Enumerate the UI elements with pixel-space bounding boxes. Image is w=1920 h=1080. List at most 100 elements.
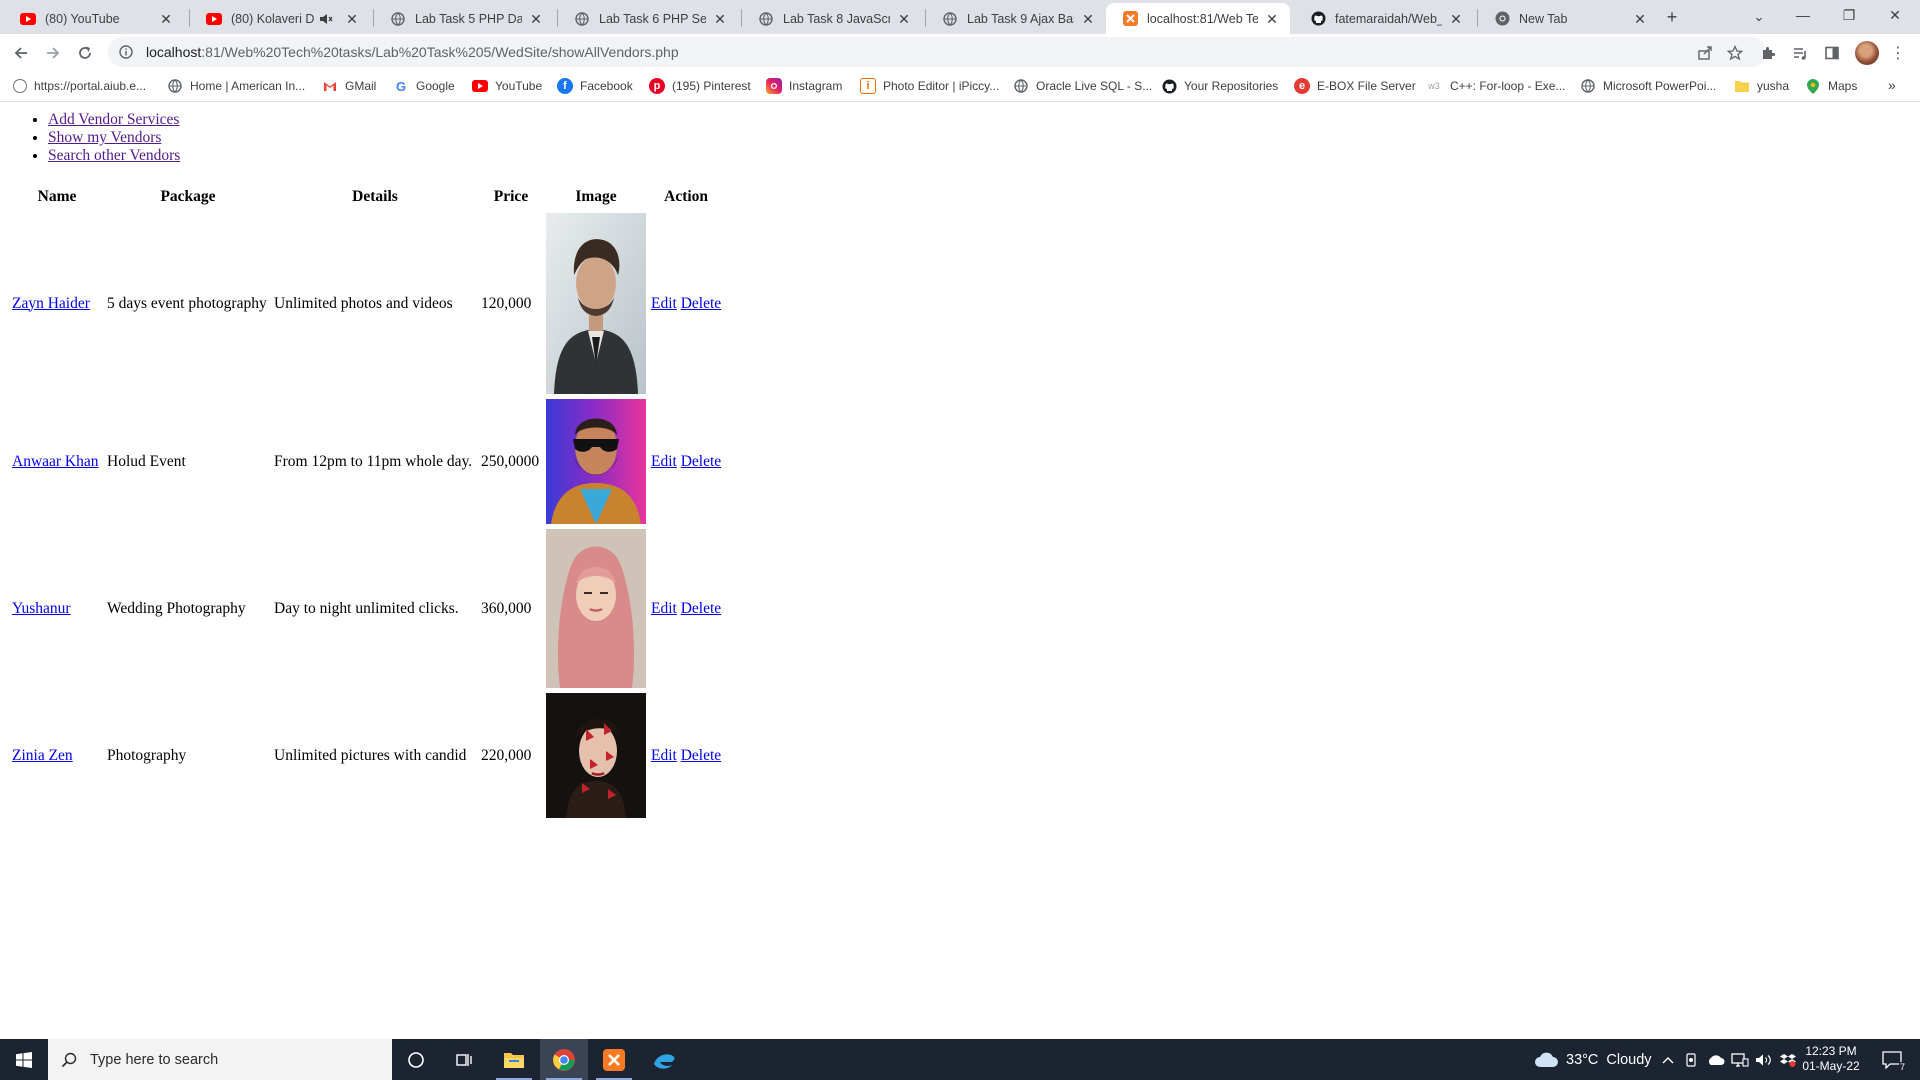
vendor-name-cell: Zayn Haider: [11, 212, 103, 395]
reload-icon[interactable]: [71, 39, 99, 67]
tab-new-tab[interactable]: New Tab ✕: [1478, 3, 1658, 34]
details-cell: From 12pm to 11pm whole day.: [274, 452, 473, 470]
weather-temperature: 33°C: [1566, 1051, 1599, 1068]
nav-list-item: Show my Vendors: [48, 129, 180, 147]
tab-lab5[interactable]: Lab Task 5 PHP Databa ✕: [374, 3, 554, 34]
maps-icon: [1805, 78, 1821, 94]
tab-lab8[interactable]: Lab Task 8 JavaScript B ✕: [742, 3, 922, 34]
package-cell: Holud Event: [107, 452, 186, 470]
tab-lab9[interactable]: Lab Task 9 Ajax Basic P ✕: [926, 3, 1106, 34]
bookmark-item[interactable]: Oracle Live SQL - S...: [1013, 77, 1152, 95]
restore-icon[interactable]: ❐: [1826, 0, 1872, 32]
tab-close-icon[interactable]: ✕: [344, 11, 360, 27]
edit-link[interactable]: Edit: [651, 747, 677, 764]
mute-icon[interactable]: [318, 11, 334, 27]
tab-lab6[interactable]: Lab Task 6 PHP Sessio ✕: [558, 3, 738, 34]
dropbox-sync-icon[interactable]: [1778, 1050, 1798, 1070]
bookmark-star-icon[interactable]: [1726, 44, 1744, 62]
bookmarks-overflow-icon[interactable]: »: [1888, 77, 1896, 93]
globe-icon: [1580, 78, 1596, 94]
edit-link[interactable]: Edit: [651, 600, 677, 617]
bookmark-item[interactable]: e E-BOX File Server: [1294, 77, 1416, 95]
bookmark-item[interactable]: Home | American In...: [167, 77, 305, 95]
onedrive-cloud-icon[interactable]: [1706, 1050, 1726, 1070]
edit-link[interactable]: Edit: [651, 453, 677, 470]
bookmark-item[interactable]: G Google: [393, 77, 455, 95]
close-window-icon[interactable]: ✕: [1872, 0, 1918, 32]
kebab-menu-icon[interactable]: ⋮: [1888, 43, 1908, 63]
bookmark-item[interactable]: Maps: [1805, 77, 1857, 95]
facebook-icon: f: [557, 78, 573, 94]
taskbar-search-box[interactable]: Type here to search: [48, 1039, 392, 1080]
tab-close-icon[interactable]: ✕: [896, 11, 912, 27]
url-text[interactable]: localhost:81/Web%20Tech%20tasks/Lab%20Ta…: [146, 44, 679, 60]
tab-search-chevron-icon[interactable]: ⌄: [1745, 6, 1773, 28]
network-icon[interactable]: [1730, 1050, 1750, 1070]
vendors-table: Name Package Details Price Image Action …: [8, 182, 725, 822]
vendor-name-link[interactable]: Zayn Haider: [12, 295, 90, 312]
tab-close-icon[interactable]: ✕: [1264, 11, 1280, 27]
bookmark-item[interactable]: f Facebook: [557, 77, 633, 95]
delete-link[interactable]: Delete: [681, 453, 721, 470]
windows-start-icon[interactable]: [0, 1039, 48, 1080]
share-icon[interactable]: [1696, 44, 1714, 62]
bookmark-item[interactable]: GMail: [322, 77, 376, 95]
globe-icon: [390, 11, 406, 27]
delete-link[interactable]: Delete: [681, 747, 721, 764]
profile-avatar[interactable]: [1855, 41, 1879, 65]
meet-now-icon[interactable]: [1682, 1050, 1702, 1070]
tab-close-icon[interactable]: ✕: [1632, 11, 1648, 27]
edit-link[interactable]: Edit: [651, 295, 677, 312]
bookmark-item[interactable]: https://portal.aiub.e...: [13, 77, 146, 95]
side-panel-icon[interactable]: [1822, 43, 1842, 63]
show-my-vendors-link[interactable]: Show my Vendors: [48, 129, 161, 146]
package-cell: 5 days event photography: [107, 294, 267, 312]
taskbar-clock[interactable]: 12:23 PM 01-May-22: [1796, 1044, 1866, 1074]
address-bar[interactable]: localhost:81/Web%20Tech%20tasks/Lab%20Ta…: [108, 37, 1766, 67]
forward-arrow-icon[interactable]: [39, 39, 67, 67]
file-explorer-icon[interactable]: [490, 1039, 538, 1080]
bookmark-item[interactable]: w3 C++: For-loop - Exe...: [1425, 77, 1565, 95]
tab-close-icon[interactable]: ✕: [1080, 11, 1096, 27]
vendor-name-link[interactable]: Yushanur: [12, 600, 71, 617]
edge-icon[interactable]: [640, 1039, 688, 1080]
site-info-icon[interactable]: [118, 44, 134, 60]
xampp-taskbar-icon[interactable]: [590, 1039, 638, 1080]
media-control-icon[interactable]: [1790, 43, 1810, 63]
chrome-taskbar-icon[interactable]: [540, 1039, 588, 1080]
minimize-icon[interactable]: —: [1780, 0, 1826, 32]
notification-center-icon[interactable]: 7: [1878, 1050, 1906, 1072]
tab-close-icon[interactable]: ✕: [528, 11, 544, 27]
bookmark-item[interactable]: YouTube: [472, 77, 542, 95]
vendor-name-link[interactable]: Anwaar Khan: [12, 453, 99, 470]
extensions-puzzle-icon[interactable]: [1758, 43, 1778, 63]
tab-kolaveri[interactable]: (80) Kolaveri Di x M ✕: [190, 3, 370, 34]
weather-widget[interactable]: 33°C Cloudy: [1534, 1039, 1652, 1080]
bookmark-item[interactable]: p (195) Pinterest: [649, 77, 751, 95]
w3schools-icon: w3: [1428, 81, 1440, 91]
delete-link[interactable]: Delete: [681, 295, 721, 312]
search-other-vendors-link[interactable]: Search other Vendors: [48, 147, 180, 164]
tab-close-icon[interactable]: ✕: [712, 11, 728, 27]
vendor-name-link[interactable]: Zinia Zen: [12, 747, 73, 764]
tab-close-icon[interactable]: ✕: [158, 11, 174, 27]
tab-github[interactable]: fatemaraidah/Web_Te ✕: [1294, 3, 1474, 34]
back-arrow-icon[interactable]: [7, 39, 35, 67]
tab-youtube[interactable]: (80) YouTube ✕: [4, 3, 184, 34]
globe-icon: [1013, 78, 1029, 94]
cortana-icon[interactable]: [392, 1039, 440, 1080]
delete-link[interactable]: Delete: [681, 600, 721, 617]
new-tab-button[interactable]: +: [1658, 6, 1686, 28]
add-vendor-services-link[interactable]: Add Vendor Services: [48, 111, 179, 128]
package-cell: Wedding Photography: [107, 599, 246, 617]
bookmark-item[interactable]: yusha: [1734, 77, 1789, 95]
bookmark-item[interactable]: Your Repositories: [1161, 77, 1278, 95]
volume-icon[interactable]: [1754, 1050, 1774, 1070]
task-view-icon[interactable]: [440, 1039, 488, 1080]
tab-close-icon[interactable]: ✕: [1448, 11, 1464, 27]
tab-localhost-active[interactable]: localhost:81/Web Tech ✕: [1106, 3, 1290, 34]
bookmark-item[interactable]: i Photo Editor | iPiccy...: [860, 77, 999, 95]
tray-chevron-up-icon[interactable]: [1658, 1050, 1678, 1070]
bookmark-item[interactable]: Instagram: [766, 77, 842, 95]
bookmark-item[interactable]: Microsoft PowerPoi...: [1580, 77, 1716, 95]
